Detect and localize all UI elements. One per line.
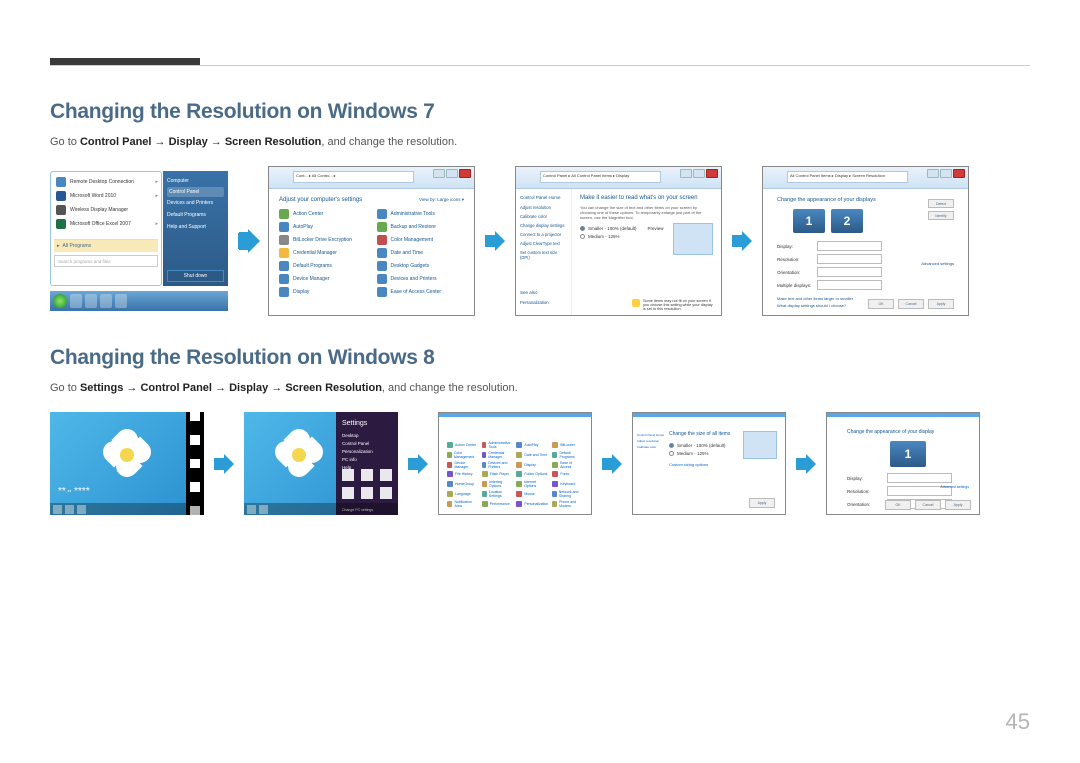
cp-item: Mouse [516,490,548,498]
cp-item: Internet Options [516,480,548,488]
screenshot-control-panel: Cont... ▸ All Contro... ▸ Adjust your co… [268,166,475,316]
search-icon [190,412,200,421]
cp-item: Action Center [447,441,478,449]
cp-item: Fonts [552,471,583,477]
page-number: 45 [1006,709,1030,735]
instr-post: , and change the resolution. [382,382,518,394]
cp-item: Keyboard [552,480,583,488]
cp-item: Administrative Tools [482,441,513,449]
instr-post: , and change the resolution. [321,136,457,148]
arrow-icon [600,452,624,476]
cp-item: Performance [482,500,513,508]
screenshot-win8-settings: Settings Desktop Control Panel Personali… [244,412,398,515]
cp-item: Color Management [447,451,478,459]
cp-item: File History [447,471,478,477]
cp-item: Network and Sharing [552,490,583,498]
cp-item: Notification Area [447,500,478,508]
steps-row-win8: **·** **** Settings Desktop Control Pane… [50,412,1030,515]
instr-path: Control Panel → Display → Screen Resolut… [80,136,321,148]
screenshot-display: Control Panel ▸ All Control Panel Items … [515,166,722,316]
cp-item: Ease of Access [552,461,583,469]
start-icon [190,459,200,468]
cp-item: AutoPlay [516,441,548,449]
cp-item: Folder Options [516,471,548,477]
cp-item: Device Manager [447,461,478,469]
settings-panel: Settings Desktop Control Panel Personali… [336,412,398,515]
instruction-win8: Go to Settings → Control Panel → Display… [50,382,1030,394]
instr-path: Settings → Control Panel → Display → Scr… [80,382,382,394]
cp-item: Personalization [516,500,548,508]
header-accent-bar [50,58,200,65]
cp-item: HomeGroup [447,480,478,488]
cp-item: Display [516,461,548,469]
arrow-icon [483,229,507,253]
screenshot-win8-display: Change the size of all items Smaller - 1… [632,412,786,515]
arrow-icon [212,452,236,476]
share-icon [190,435,200,444]
taskbar [50,291,228,311]
instr-pre: Go to [50,382,80,394]
cp-item: Devices and Printers [482,461,513,469]
start-orb [53,294,67,308]
arrow-icon [730,229,754,253]
section-heading-win8: Changing the Resolution on Windows 8 [50,346,1030,370]
devices-icon [190,482,200,491]
arrow-icon [794,452,818,476]
cp-item: Phone and Modem [552,500,583,508]
search-input: Search programs and files [54,255,158,267]
start-menu-right: Computer Control Panel Devices and Print… [163,171,228,286]
screenshot-win8-charms: **·** **** [50,412,204,515]
charms-bar [186,412,204,515]
cp-item: Language [447,490,478,498]
screenshot-win8-cp: Action Center Administrative ToolsAutoPla… [438,412,592,515]
screenshot-win8-resolution: Change the appearance of your display 1 … [826,412,980,515]
cp-item: Indexing Options [482,480,513,488]
screenshot-start-menu: Remote Desktop Connection▸ Microsoft Wor… [50,171,228,311]
arrow-icon [406,452,430,476]
section-heading-win7: Changing the Resolution on Windows 7 [50,100,1030,124]
cp-item: Flash Player [482,471,513,477]
steps-row-win7: Remote Desktop Connection▸ Microsoft Wor… [50,166,1030,316]
cp-item: Date and Time [516,451,548,459]
time-overlay: **·** **** [58,486,90,497]
cp-item: Credential Manager [482,451,513,459]
instr-pre: Go to [50,136,80,148]
instruction-win7: Go to Control Panel → Display → Screen R… [50,136,1030,148]
cp-item: Location Settings [482,490,513,498]
arrow-icon [236,229,260,253]
cp-item: BitLocker [552,441,583,449]
header-rule [50,65,1030,66]
cp-item: Default Programs [552,451,583,459]
screenshot-resolution: All Control Panel Items ▸ Display ▸ Scre… [762,166,969,316]
start-menu-left: Remote Desktop Connection▸ Microsoft Wor… [50,171,162,286]
